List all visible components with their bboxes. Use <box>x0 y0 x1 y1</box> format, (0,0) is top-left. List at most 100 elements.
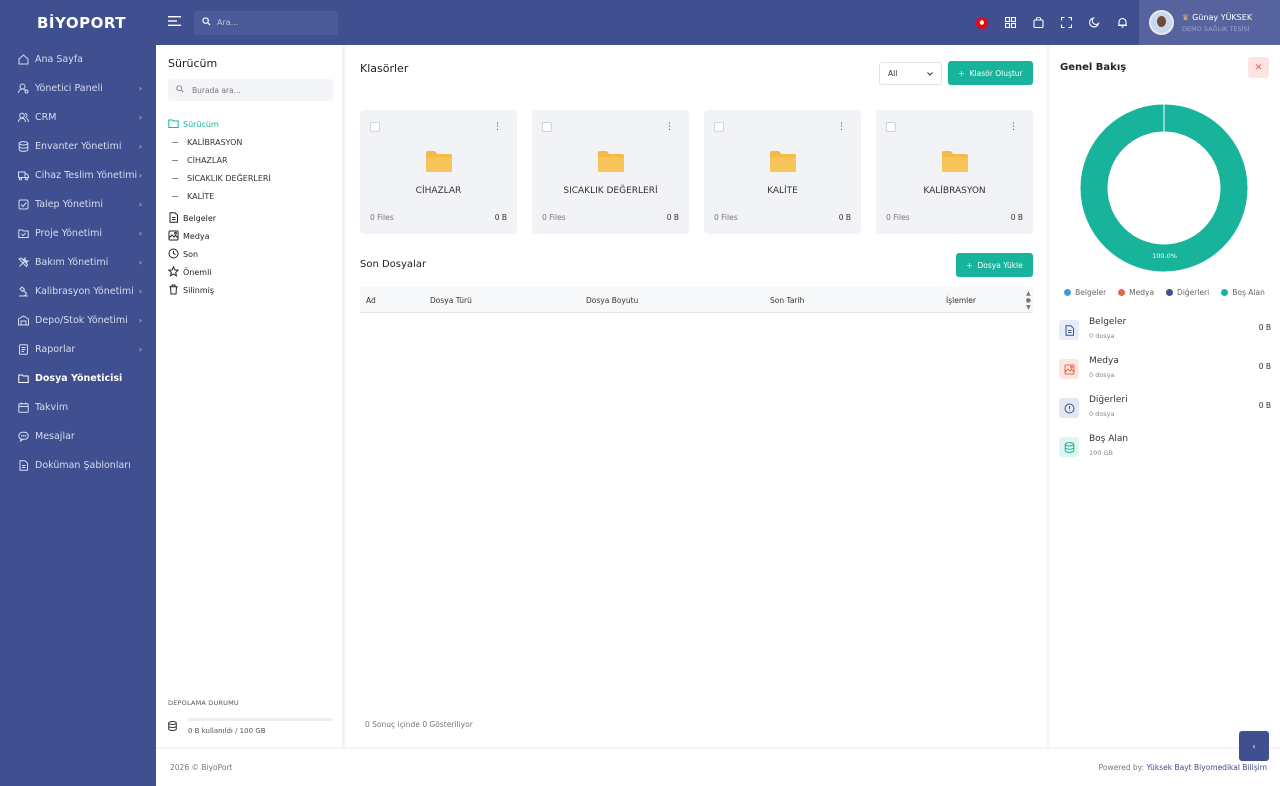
sidebar-item-11[interactable]: Raporlar › <box>0 335 156 364</box>
stat-subtext: 0 dosya <box>1089 371 1115 379</box>
drive-search[interactable] <box>168 79 333 101</box>
sidebar-item-1[interactable]: Ana Sayfa <box>0 45 156 74</box>
tree-branch <box>172 141 178 143</box>
powered-by: Powered by: Yüksek Bayt Biyomedikal Bili… <box>1099 763 1267 772</box>
folder-card[interactable]: ⋮ KALİTE 0 Files 0 B <box>704 110 861 234</box>
user-cog-icon <box>18 83 29 94</box>
column-header-actions[interactable]: İşlemler <box>946 296 976 305</box>
drive-section-label: Son <box>183 249 199 259</box>
stat-subtext: 100 GB <box>1089 449 1113 457</box>
shopping-bag-icon[interactable] <box>1024 17 1052 28</box>
tree-folder[interactable]: KALİBRASYON <box>168 133 338 151</box>
folder-filter-select[interactable]: All <box>879 62 942 85</box>
apps-grid-icon[interactable] <box>996 17 1024 28</box>
sidebar-item-8[interactable]: Bakım Yönetimi › <box>0 248 156 277</box>
global-search-input[interactable] <box>217 18 327 27</box>
folder-icon <box>18 373 29 384</box>
folder-checkbox[interactable] <box>370 122 380 132</box>
language-flag-icon[interactable] <box>968 16 996 29</box>
folder-card[interactable]: ⋮ CİHAZLAR 0 Files 0 B <box>360 110 517 234</box>
truck-icon <box>18 170 29 181</box>
chevron-right-icon: › <box>138 229 142 238</box>
folder-checkbox[interactable] <box>542 122 552 132</box>
drive-section-item[interactable]: Silinmiş <box>168 281 338 299</box>
sidebar-item-3[interactable]: CRM › <box>0 103 156 132</box>
global-search[interactable] <box>194 10 338 35</box>
legend-item[interactable]: Diğerleri <box>1163 288 1212 297</box>
drive-section-item[interactable]: Son <box>168 245 338 263</box>
legend-dot <box>1064 289 1072 296</box>
tree-root-label: Sürücüm <box>183 119 219 129</box>
legend-item[interactable]: Medya <box>1115 288 1157 297</box>
folder-size: 0 B <box>1010 213 1023 222</box>
folder-checkbox[interactable] <box>886 122 896 132</box>
column-header-size[interactable]: Dosya Boyutu <box>586 296 638 305</box>
floating-action-button[interactable]: ‹ <box>1239 731 1269 761</box>
sidebar-item-13[interactable]: Takvim <box>0 393 156 422</box>
sidebar-item-5[interactable]: Cihaz Teslim Yönetimi › <box>0 161 156 190</box>
tree-folder[interactable]: CİHAZLAR <box>168 151 338 169</box>
more-vertical-icon[interactable]: ⋮ <box>1009 122 1018 132</box>
drive-section-item[interactable]: Belgeler <box>168 209 338 227</box>
sidebar-item-12[interactable]: Dosya Yöneticisi <box>0 364 156 393</box>
tree-folder[interactable]: KALİTE <box>168 187 338 205</box>
create-folder-button[interactable]: + Klasör Oluştur <box>948 61 1033 85</box>
overview-title: Genel Bakış <box>1060 62 1127 73</box>
stat-subtext: 0 dosya <box>1089 410 1115 418</box>
image-icon <box>1059 359 1079 379</box>
folder-card[interactable]: ⋮ KALİBRASYON 0 Files 0 B <box>876 110 1033 234</box>
powered-by-company-link[interactable]: Yüksek Bayt Biyomedikal Bilişim <box>1146 763 1267 772</box>
sidebar-item-label: Proje Yönetimi <box>35 228 103 239</box>
close-overview-button[interactable]: ✕ <box>1248 57 1269 78</box>
legend-item[interactable]: Belgeler <box>1061 288 1109 297</box>
folder-size: 0 B <box>666 213 679 222</box>
sidebar-item-4[interactable]: Envanter Yönetimi › <box>0 132 156 161</box>
drive-section-item[interactable]: Medya <box>168 227 338 245</box>
more-vertical-icon[interactable]: ⋮ <box>493 122 502 132</box>
search-icon <box>176 85 184 95</box>
column-header-date[interactable]: Son Tarih <box>770 296 804 305</box>
sidebar-item-15[interactable]: Doküman Şablonları <box>0 451 156 480</box>
donut-slice-4 <box>1080 104 1248 272</box>
user-menu[interactable]: ♛ Günay YÜKSEK DEMO SAĞLIK TESİSİ <box>1139 0 1280 45</box>
sidebar-item-2[interactable]: Yönetici Paneli › <box>0 74 156 103</box>
trash-icon <box>168 284 178 297</box>
chevron-right-icon: › <box>138 287 142 296</box>
chevron-right-icon: › <box>138 258 142 267</box>
document-icon <box>168 211 178 225</box>
menu-toggle-icon[interactable] <box>168 15 182 30</box>
folder-name: KALİBRASYON <box>923 186 986 196</box>
tree-folder[interactable]: SICAKLIK DEĞERLERİ <box>168 169 338 187</box>
sidebar-item-6[interactable]: Talep Yönetimi › <box>0 190 156 219</box>
folder-card[interactable]: ⋮ SICAKLIK DEĞERLERİ 0 Files 0 B <box>532 110 689 234</box>
folder-icon <box>426 151 452 172</box>
fullscreen-icon[interactable] <box>1052 17 1080 28</box>
sidebar-item-14[interactable]: Mesajlar <box>0 422 156 451</box>
brand-logo[interactable]: BİYOPORT <box>0 0 156 45</box>
legend-item[interactable]: Boş Alan <box>1218 288 1268 297</box>
filter-value: All <box>888 69 898 78</box>
upload-file-label: Dosya Yükle <box>977 260 1023 270</box>
column-header-name[interactable]: Ad <box>366 296 376 305</box>
more-vertical-icon[interactable]: ⋮ <box>665 122 674 132</box>
sidebar-item-9[interactable]: Kalibrasyon Yönetimi › <box>0 277 156 306</box>
tree-root[interactable]: Sürücüm <box>168 115 338 133</box>
folder-icon <box>168 118 179 131</box>
sidebar-item-7[interactable]: Proje Yönetimi › <box>0 219 156 248</box>
folder-checkbox[interactable] <box>714 122 724 132</box>
storage-stat-row: Belgeler 0 dosya 0 B <box>1059 317 1271 347</box>
drive-section-item[interactable]: Önemli <box>167 263 338 281</box>
powered-by-prefix: Powered by: <box>1098 763 1145 772</box>
plus-icon: + <box>958 68 965 78</box>
dark-mode-moon-icon[interactable] <box>1080 17 1108 28</box>
notification-bell-icon[interactable] <box>1108 17 1136 28</box>
footer: 2026 © BiyoPort Powered by: Yüksek Bayt … <box>156 749 1280 786</box>
tree-folder-label: SICAKLIK DEĞERLERİ <box>187 173 271 183</box>
column-header-type[interactable]: Dosya Türü <box>430 296 472 305</box>
drive-search-input[interactable] <box>192 85 322 95</box>
tree-folder-label: KALİBRASYON <box>187 137 243 147</box>
sidebar-item-10[interactable]: Depo/Stok Yönetimi › <box>0 306 156 335</box>
more-vertical-icon[interactable]: ⋮ <box>837 122 846 132</box>
upload-file-button[interactable]: + Dosya Yükle <box>956 253 1033 277</box>
sort-icon[interactable]: ▲ ● ▼ <box>1026 290 1031 311</box>
